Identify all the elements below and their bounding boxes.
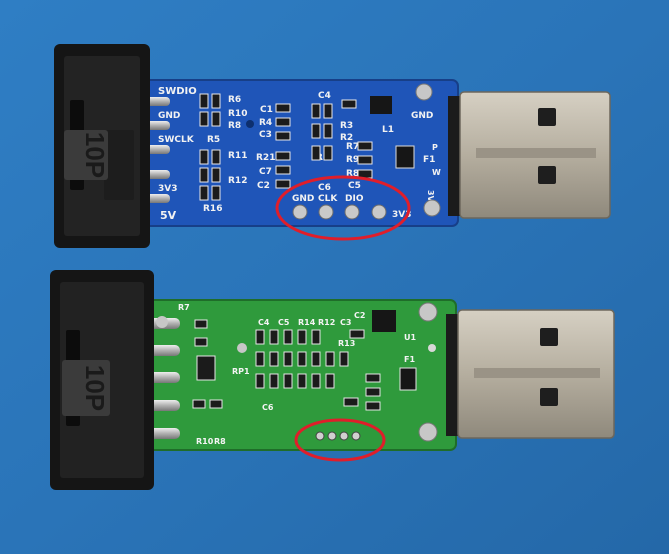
- component-label: C3: [259, 130, 272, 140]
- component-label: C6: [318, 183, 331, 193]
- component-label: R12: [318, 318, 335, 327]
- voltage-regulator: [370, 96, 392, 114]
- solder-pad: [156, 316, 168, 328]
- component-label: C3: [340, 318, 351, 327]
- component-label: R7: [178, 303, 190, 312]
- component-label: R14: [298, 318, 316, 327]
- usb-tab-solder: [418, 302, 438, 322]
- component-label: R21: [256, 153, 275, 163]
- component-label: C4: [258, 318, 270, 327]
- component-label: R8: [214, 437, 226, 446]
- pin-label: SWDIO: [158, 86, 197, 97]
- photo-scene: SWDIO GND SWCLK 3V3 5V 10P R6 R10 R8 R5 …: [0, 0, 669, 554]
- component-label: R7: [346, 142, 359, 152]
- component-label: R5: [207, 135, 220, 145]
- usb-tab-solder: [415, 83, 433, 101]
- pad-label: DIO: [345, 194, 364, 204]
- component-label: R6: [228, 95, 241, 105]
- component-label: C5: [278, 318, 290, 327]
- fuse: [395, 145, 415, 169]
- component-label: F1: [404, 355, 415, 364]
- connector-label: 10P: [80, 132, 110, 178]
- component-label: C7: [259, 167, 272, 177]
- component-label: R9: [346, 155, 359, 165]
- fuse: [399, 367, 417, 391]
- component-label: L1: [382, 125, 394, 135]
- corner-label: P: [432, 143, 438, 152]
- green-usb-plug: [446, 309, 615, 439]
- component-label: R13: [338, 339, 355, 348]
- green-idc-connector: 10P: [50, 270, 154, 490]
- component-label: R4: [259, 118, 272, 128]
- pad-label: GND: [292, 194, 314, 204]
- component-label: RP1: [232, 367, 250, 376]
- usb-tab-solder: [423, 199, 441, 217]
- component-label: C5: [348, 181, 361, 191]
- corner-label: W: [432, 168, 441, 177]
- component-label: C6: [262, 403, 274, 412]
- pin-label: SWCLK: [158, 135, 195, 145]
- usb-tab-solder: [418, 422, 438, 442]
- via: [428, 344, 436, 352]
- component-label: R3: [340, 121, 353, 131]
- pin-label: 5V: [160, 209, 177, 222]
- component-label: R16: [203, 204, 222, 214]
- component-label: C4: [318, 91, 331, 101]
- voltage-regulator: [372, 310, 396, 332]
- pad-label: CLK: [318, 194, 338, 204]
- component-label: R8: [228, 121, 241, 131]
- corner-label: GND: [411, 111, 433, 121]
- blue-idc-connector: 10P: [54, 44, 150, 248]
- solder-pad: [237, 343, 247, 353]
- component-label: R12: [228, 176, 247, 186]
- component-label: C1: [260, 105, 273, 115]
- via: [246, 120, 254, 128]
- component-label: C2: [354, 311, 365, 320]
- component-label: U1: [404, 333, 416, 342]
- pin-label: GND: [158, 111, 180, 121]
- component-label: R10: [196, 437, 214, 446]
- component-label: R11: [228, 151, 247, 161]
- blue-usb-plug: [448, 91, 611, 219]
- component-label: R10: [228, 109, 247, 119]
- component-label: C2: [257, 181, 270, 191]
- pin-label: 3V3: [158, 184, 178, 194]
- component-label: F1: [423, 155, 435, 165]
- connector-label: 10P: [80, 365, 110, 411]
